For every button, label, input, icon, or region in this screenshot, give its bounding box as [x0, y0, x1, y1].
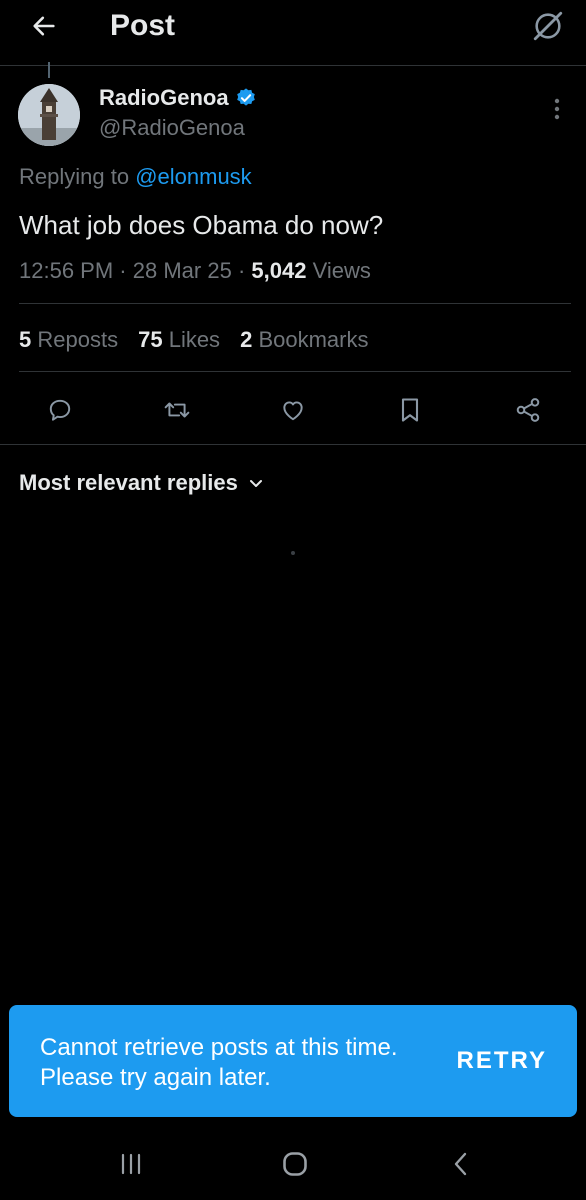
divider — [19, 303, 571, 304]
reply-button[interactable] — [38, 388, 82, 432]
share-icon — [516, 398, 540, 422]
views-count[interactable]: 5,042 — [251, 258, 306, 283]
system-navigation-bar — [0, 1128, 586, 1200]
share-button[interactable] — [506, 388, 550, 432]
home-button[interactable] — [273, 1142, 317, 1186]
replying-to: Replying to @elonmusk — [19, 162, 252, 192]
recent-apps-button[interactable] — [109, 1142, 153, 1186]
reposts-label: Reposts — [37, 327, 119, 352]
bookmarks-count: 2 — [240, 327, 253, 352]
replying-mention-link[interactable]: @elonmusk — [135, 164, 252, 189]
avatar[interactable] — [18, 84, 80, 146]
top-bar: Post — [0, 0, 586, 66]
divider — [19, 371, 571, 372]
author-handle[interactable]: @RadioGenoa — [99, 114, 245, 142]
author-name[interactable]: RadioGenoa — [99, 84, 257, 112]
meta-separator: · — [237, 258, 246, 283]
reply-icon — [49, 399, 71, 421]
post-text: What job does Obama do now? — [19, 210, 384, 240]
post-stats: 5 Reposts 75 Likes 2 Bookmarks — [19, 325, 368, 355]
back-button[interactable] — [24, 6, 64, 46]
bookmarks-label: Bookmarks — [258, 327, 369, 352]
loading-indicator — [291, 551, 295, 555]
grok-button[interactable] — [528, 6, 568, 46]
grok-icon — [533, 11, 563, 41]
bookmarks-stat[interactable]: 2 Bookmarks — [240, 325, 368, 355]
recent-apps-icon — [121, 1153, 141, 1175]
arrow-left-icon — [33, 16, 55, 36]
replies-sort-label: Most relevant replies — [19, 470, 238, 495]
more-options-button[interactable] — [542, 94, 572, 124]
home-icon — [283, 1152, 307, 1176]
meta-separator: · — [119, 258, 127, 283]
likes-label: Likes — [168, 327, 221, 352]
system-back-button[interactable] — [439, 1142, 483, 1186]
verified-badge-icon — [235, 87, 257, 109]
bookmark-icon — [401, 398, 419, 422]
retry-button[interactable]: RETRY — [457, 1045, 547, 1077]
replies-sort-dropdown[interactable]: Most relevant replies — [19, 467, 264, 499]
action-bar — [0, 388, 586, 432]
reposts-count: 5 — [19, 327, 32, 352]
chevron-down-icon — [248, 475, 264, 491]
more-vertical-icon — [554, 98, 560, 120]
like-icon — [283, 401, 303, 421]
post-time: 12:56 PM — [19, 258, 114, 283]
reposts-stat[interactable]: 5 Reposts — [19, 325, 118, 355]
tower-avatar-image — [18, 84, 80, 146]
chevron-left-icon — [454, 1152, 467, 1176]
post-date: 28 Mar 25 — [132, 258, 232, 283]
thread-connector — [48, 62, 50, 78]
repost-icon — [164, 402, 190, 418]
page-title: Post — [110, 9, 176, 42]
like-button[interactable] — [271, 388, 315, 432]
toast-message: Cannot retrieve posts at this time. Plea… — [40, 1034, 398, 1091]
likes-stat[interactable]: 75 Likes — [138, 325, 220, 355]
post-meta: 12:56 PM · 28 Mar 25 · 5,042 Views — [19, 256, 371, 286]
divider — [0, 444, 586, 445]
error-toast: Cannot retrieve posts at this time. Plea… — [9, 1005, 577, 1117]
bookmark-button[interactable] — [388, 388, 432, 432]
repost-button[interactable] — [155, 388, 199, 432]
likes-count: 75 — [138, 327, 163, 352]
views-label: Views — [312, 258, 371, 283]
author-display-name: RadioGenoa — [99, 85, 229, 110]
replying-prefix: Replying to — [19, 164, 136, 189]
